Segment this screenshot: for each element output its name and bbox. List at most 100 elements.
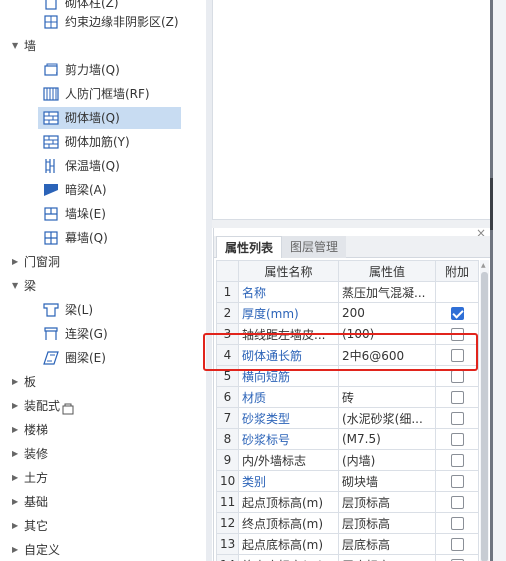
property-name: 内/外墙标志 — [238, 449, 339, 471]
expand-right-icon[interactable]: ▶ — [12, 371, 22, 393]
property-row[interactable]: 3 轴线距左墙皮... (100) — [216, 323, 479, 345]
checkbox-unchecked[interactable] — [450, 475, 464, 488]
scroll-up-icon[interactable]: ▲ — [481, 262, 486, 269]
header-property-value: 属性值 — [338, 260, 436, 282]
property-row[interactable]: 7 砂浆类型 (水泥砂浆(细... — [216, 407, 479, 429]
property-value[interactable]: 砌块墙 — [338, 470, 436, 492]
expand-down-icon[interactable]: ▼ — [12, 275, 22, 297]
property-row[interactable]: 8 砂浆标号 (M7.5) — [216, 428, 479, 450]
tree-item[interactable]: 约束边缘非阴影区(Z) — [0, 11, 206, 33]
expand-down-icon[interactable]: ▼ — [12, 35, 22, 57]
tree-item[interactable]: 幕墙(Q) — [0, 227, 206, 249]
property-row[interactable]: 13 起点底标高(m) 层底标高 — [216, 533, 479, 555]
tree-item-label: 梁(L) — [65, 303, 94, 317]
property-value[interactable]: 200 — [338, 302, 436, 324]
tree-item[interactable]: 连梁(G) — [0, 323, 206, 345]
expand-right-icon[interactable]: ▶ — [12, 515, 22, 537]
shear-wall-icon — [43, 62, 59, 78]
property-row[interactable]: 4 砌体通长筋 2中6@600 — [216, 344, 479, 366]
row-number: 4 — [216, 344, 239, 366]
checkbox-checked[interactable] — [450, 307, 464, 320]
property-value[interactable]: 2中6@600 — [338, 344, 436, 366]
tree-item[interactable]: 梁(L) — [0, 299, 206, 321]
tree-category[interactable]: ▶ 其它 — [0, 515, 206, 537]
property-row[interactable]: 6 材质砖 — [216, 386, 479, 408]
property-value[interactable]: (水泥砂浆(细... — [338, 407, 436, 429]
property-row[interactable]: 5 横向短筋 — [216, 365, 479, 387]
tree-category[interactable]: ▶ 自定义 — [0, 539, 206, 561]
tree-item[interactable]: 砌体墙(Q) — [38, 107, 181, 129]
right-edge-bar — [490, 0, 506, 561]
drawing-viewport[interactable] — [212, 0, 490, 220]
checkbox-unchecked[interactable] — [450, 328, 464, 341]
property-value[interactable]: 蒸压加气混凝... — [338, 281, 436, 303]
tree-item[interactable]: 暗梁(A) — [0, 179, 206, 201]
tree-item[interactable]: 墙垛(E) — [0, 203, 206, 225]
tree-category[interactable]: ▶ 门窗洞 — [0, 251, 206, 273]
edge-strip-handle[interactable] — [490, 178, 493, 230]
tree-category[interactable]: ▶ 装修 — [0, 443, 206, 465]
property-row[interactable]: 12 终点顶标高(m) 层顶标高 — [216, 512, 479, 534]
tab-property-list[interactable]: 属性列表 — [216, 236, 283, 258]
property-value[interactable]: 砖 — [338, 386, 436, 408]
checkbox-unchecked[interactable] — [450, 454, 464, 467]
vertical-scrollbar[interactable]: ▲ — [480, 260, 489, 561]
property-value[interactable]: 层底标高 — [338, 533, 436, 555]
tree-category[interactable]: ▶ 基础 — [0, 491, 206, 513]
property-row[interactable]: 1 名称 蒸压加气混凝... — [216, 281, 479, 303]
tree-category[interactable]: ▶ 板 — [0, 371, 206, 393]
extra-cell — [435, 428, 479, 450]
property-value[interactable]: 层顶标高 — [338, 512, 436, 534]
tree-item[interactable]: 人防门框墙(RF) — [0, 83, 206, 105]
tree-item[interactable]: 圈梁(E) — [0, 347, 206, 369]
property-value[interactable]: (内墙) — [338, 449, 436, 471]
checkbox-unchecked[interactable] — [450, 433, 464, 446]
property-name: 横向短筋 — [238, 365, 339, 387]
expand-right-icon[interactable]: ▶ — [12, 251, 22, 273]
checkbox-unchecked[interactable] — [450, 538, 464, 551]
row-number: 8 — [216, 428, 239, 450]
row-number: 13 — [216, 533, 239, 555]
expand-right-icon[interactable]: ▶ — [12, 491, 22, 513]
property-row[interactable]: 11 起点顶标高(m) 层顶标高 — [216, 491, 479, 513]
tree-category[interactable]: ▼ 梁 — [0, 275, 206, 297]
tree-category[interactable]: ▼ 墙 — [0, 35, 206, 57]
curtain-wall-icon — [43, 230, 59, 246]
expand-right-icon[interactable]: ▶ — [12, 395, 22, 417]
property-value[interactable]: (100) — [338, 323, 436, 345]
row-number: 3 — [216, 323, 239, 345]
checkbox-unchecked[interactable] — [450, 496, 464, 509]
expand-right-icon[interactable]: ▶ — [12, 539, 22, 561]
tree-item[interactable]: 砌体加筋(Y) — [0, 131, 206, 153]
property-value[interactable] — [338, 365, 436, 387]
tree-item-label: 自定义 — [24, 543, 61, 557]
expand-right-icon[interactable]: ▶ — [12, 443, 22, 465]
checkbox-unchecked[interactable] — [450, 349, 464, 362]
row-number: 14 — [216, 554, 239, 561]
tree-category[interactable]: ▶ 土方 — [0, 467, 206, 489]
property-row[interactable]: 14终点底标高(m)层底标高 — [216, 554, 479, 561]
row-number: 5 — [216, 365, 239, 387]
component-tree[interactable]: 砌体柱(Z) 约束边缘非阴影区(Z) ▼ 墙剪力墙(Q) 人防门框墙(RF) 砌体墙(Q)… — [0, 0, 206, 561]
expand-right-icon[interactable]: ▶ — [12, 419, 22, 441]
tree-item-label: 土方 — [24, 471, 49, 485]
property-value[interactable]: 层顶标高 — [338, 491, 436, 513]
property-value[interactable]: 层底标高 — [338, 554, 436, 561]
extra-cell — [435, 554, 479, 561]
tree-category[interactable]: ▶ 楼梯 — [0, 419, 206, 441]
scrollbar-thumb[interactable] — [481, 272, 488, 561]
checkbox-unchecked[interactable] — [450, 370, 464, 383]
tree-item[interactable]: 保温墙(Q) — [0, 155, 206, 177]
property-row[interactable]: 10 类别 砌块墙 — [216, 470, 479, 492]
property-value[interactable]: (M7.5) — [338, 428, 436, 450]
tab-layer-management[interactable]: 图层管理 — [282, 236, 347, 258]
tree-category[interactable]: ▶ 装配式 — [0, 395, 206, 417]
checkbox-unchecked[interactable] — [450, 391, 464, 404]
property-name: 砌体通长筋 — [238, 344, 339, 366]
property-row[interactable]: 2 厚度(mm) 200 — [216, 302, 479, 324]
property-row[interactable]: 9 内/外墙标志 (内墙) — [216, 449, 479, 471]
checkbox-unchecked[interactable] — [450, 412, 464, 425]
expand-right-icon[interactable]: ▶ — [12, 467, 22, 489]
tree-item[interactable]: 剪力墙(Q) — [0, 59, 206, 81]
checkbox-unchecked[interactable] — [450, 517, 464, 530]
